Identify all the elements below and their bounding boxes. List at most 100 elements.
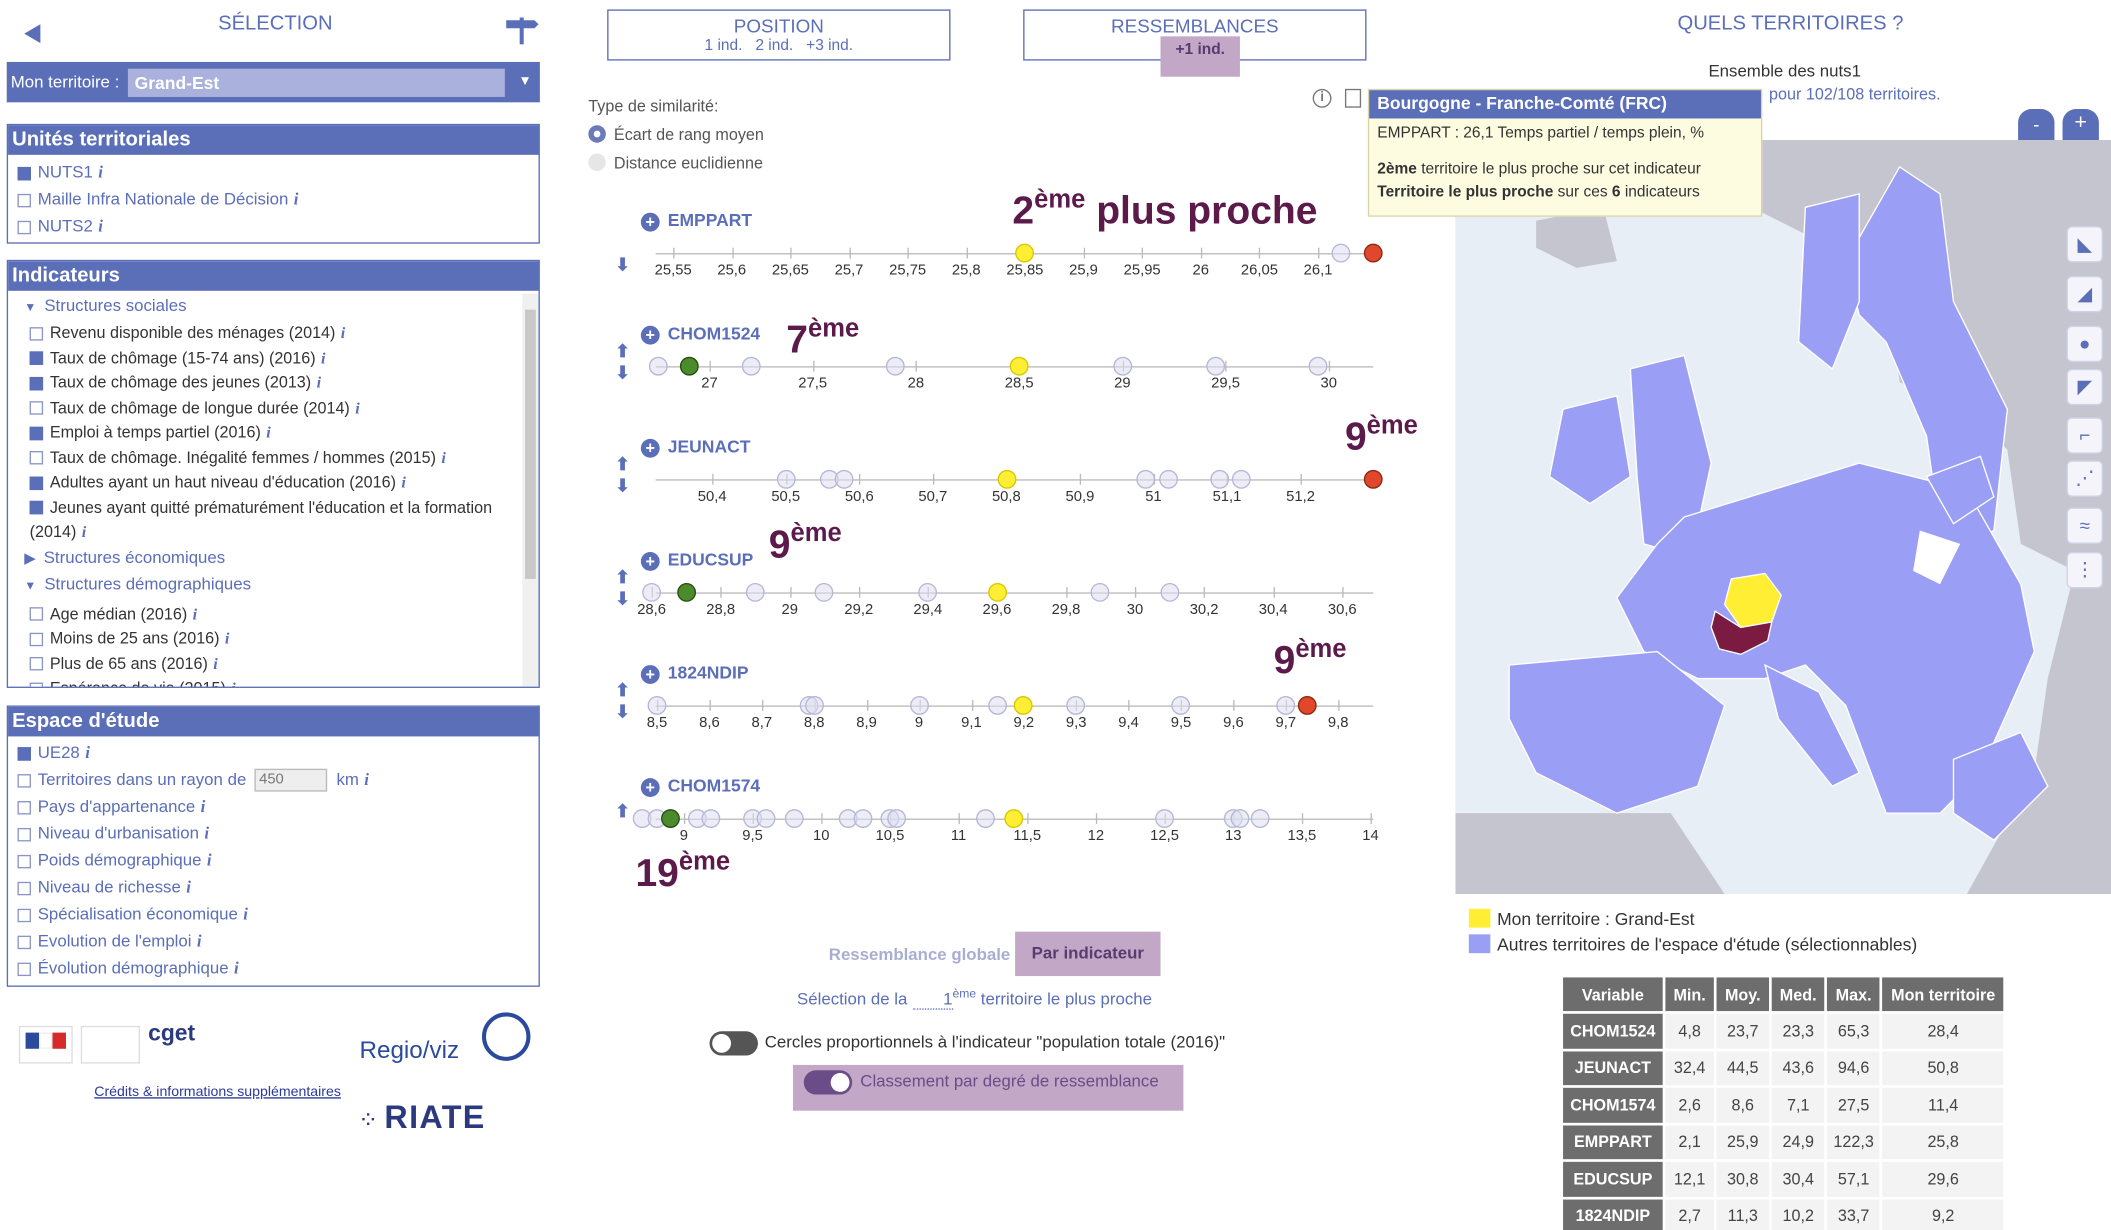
info-icon[interactable]: i (186, 878, 191, 897)
checkbox[interactable] (17, 220, 31, 234)
sort-down-icon[interactable]: ⬇ (615, 477, 630, 495)
checkbox-checked[interactable] (17, 166, 31, 181)
position-3ind[interactable]: +3 ind. (806, 38, 853, 54)
europe-map[interactable]: ◣ ◢ ● ◤ ⌐ ⋰ ≈ ⋮ (1455, 140, 2111, 894)
credits-link[interactable]: Crédits & informations supplémentaires (94, 1084, 341, 1100)
info-icon[interactable]: i (317, 373, 322, 392)
info-icon[interactable]: i (234, 959, 239, 978)
territory-dot[interactable] (1251, 809, 1271, 828)
espace-option[interactable]: Évolution démographique i (17, 955, 530, 982)
info-icon[interactable]: i (98, 217, 103, 236)
territory-dot[interactable] (1230, 809, 1250, 828)
espace-option[interactable]: Territoires dans un rayon de 450 km i (17, 766, 530, 793)
indicator-label[interactable]: + JEUNACT (640, 436, 750, 458)
my-territory-dot[interactable] (996, 469, 1016, 489)
territory-dot[interactable] (885, 356, 905, 376)
map-tool-icon[interactable]: ◢ (2066, 275, 2103, 313)
position-1ind[interactable]: 1 ind. (705, 38, 743, 54)
indicator-item[interactable]: Taux de chômage. Inégalité femmes / homm… (29, 445, 520, 470)
territory-dot[interactable] (1155, 809, 1174, 828)
territory-dot[interactable] (784, 809, 804, 828)
map-tool-icon[interactable]: ◤ (2066, 368, 2103, 406)
plus-circle-icon[interactable]: + (640, 665, 660, 684)
espace-option[interactable]: Spécialisation économique i (17, 901, 530, 928)
territory-dot[interactable] (776, 469, 796, 489)
back-arrow-icon[interactable] (24, 24, 41, 44)
map-tool-icon[interactable]: ● (2066, 325, 2103, 363)
indicator-item[interactable]: Emploi à temps partiel (2016) i (29, 420, 520, 445)
info-icon[interactable]: i (207, 851, 212, 870)
closest-territory-dot[interactable] (1363, 243, 1383, 263)
checkbox[interactable] (29, 326, 44, 341)
espace-option[interactable]: Evolution de l'emploi i (17, 928, 530, 955)
info-icon[interactable]: i (441, 448, 446, 467)
territory-dot[interactable] (814, 582, 834, 602)
indicator-item[interactable]: Adultes ayant un haut niveau d'éducation… (29, 470, 520, 495)
info-icon[interactable]: i (193, 604, 198, 623)
territory-dot[interactable] (1171, 696, 1191, 715)
info-icon[interactable]: i (321, 348, 326, 367)
info-icon[interactable]: i (341, 323, 346, 342)
indicator-item[interactable]: Plus de 65 ans (2016) i (29, 651, 520, 676)
map-tool-icon[interactable]: ⋮ (2066, 551, 2103, 589)
info-icon[interactable]: i (243, 905, 248, 924)
indicator-item[interactable]: Taux de chômage des jeunes (2013) i (29, 370, 520, 395)
export-icon[interactable] (1344, 88, 1362, 108)
checkbox[interactable] (29, 451, 44, 465)
territory-dot[interactable] (988, 696, 1008, 715)
plus-circle-icon[interactable]: + (640, 551, 660, 571)
my-territory-dot[interactable] (1004, 809, 1023, 828)
info-icon[interactable]: i (266, 423, 271, 442)
my-territory-dot[interactable] (1014, 696, 1034, 715)
checkbox[interactable] (17, 881, 31, 895)
ressemblances-1ind[interactable]: +1 ind. (1160, 36, 1240, 77)
espace-option[interactable]: Poids démographique i (17, 847, 530, 874)
territory-dot[interactable] (1112, 356, 1132, 376)
territory-dot[interactable] (741, 356, 761, 376)
info-icon[interactable]: i (231, 679, 236, 687)
checkbox[interactable] (29, 632, 44, 646)
map-tool-icon[interactable]: ◣ (2066, 226, 2103, 263)
indicator-label[interactable]: + EMPPART (640, 210, 752, 232)
territory-dot[interactable] (1205, 356, 1225, 376)
group-structures-sociales[interactable]: ▼ Structures sociales (24, 293, 519, 320)
territory-dot[interactable] (1158, 469, 1178, 489)
sort-down-icon[interactable]: ⬇ (615, 590, 630, 608)
my-territory-dot[interactable] (987, 582, 1007, 602)
checkbox[interactable] (17, 962, 31, 976)
zoom-out-button[interactable]: - (2018, 109, 2055, 143)
checkbox[interactable] (29, 401, 44, 416)
plus-circle-icon[interactable]: + (640, 438, 660, 458)
territory-dot[interactable] (1309, 356, 1328, 376)
territory-dot[interactable] (1210, 469, 1230, 489)
rayon-input[interactable]: 450 (255, 769, 328, 792)
closest-territory-dot[interactable] (660, 809, 680, 828)
territory-dot[interactable] (909, 696, 929, 715)
my-territory-dot[interactable] (1009, 356, 1029, 376)
similarity-option-1[interactable]: Écart de rang moyen (588, 125, 764, 144)
rank-input[interactable]: 1 (912, 990, 953, 1010)
checkbox[interactable] (17, 773, 31, 788)
checkbox[interactable] (17, 800, 31, 815)
unit-option-nuts1[interactable]: NUTS1 i (17, 159, 530, 186)
map-tool-icon[interactable]: ≈ (2066, 507, 2103, 544)
checkbox[interactable] (29, 657, 44, 671)
unit-option-nuts2[interactable]: NUTS2 i (17, 213, 530, 240)
territory-dot[interactable] (918, 582, 938, 602)
toggle-proportional-circles[interactable] (709, 1031, 758, 1056)
territory-dot[interactable] (1332, 243, 1351, 263)
info-icon[interactable]: i (225, 629, 230, 648)
sort-up-icon[interactable]: ⬆ (615, 342, 630, 360)
sort-down-icon[interactable]: ⬇ (615, 256, 630, 274)
checkbox[interactable] (29, 607, 44, 622)
closest-territory-dot[interactable] (1363, 469, 1383, 489)
map-tool-icon[interactable]: ⋰ (2066, 460, 2103, 497)
checkbox-checked[interactable] (29, 351, 44, 366)
similarity-option-2[interactable]: Distance euclidienne (588, 153, 763, 172)
zoom-in-button[interactable]: + (2062, 109, 2099, 143)
territory-dot[interactable] (1136, 469, 1156, 489)
btn-ressemblance-globale[interactable]: Ressemblance globale (824, 933, 1015, 976)
toggle-classement[interactable] (803, 1070, 853, 1095)
espace-option[interactable]: Niveau d'urbanisation i (17, 820, 530, 847)
territory-dot[interactable] (804, 696, 824, 715)
